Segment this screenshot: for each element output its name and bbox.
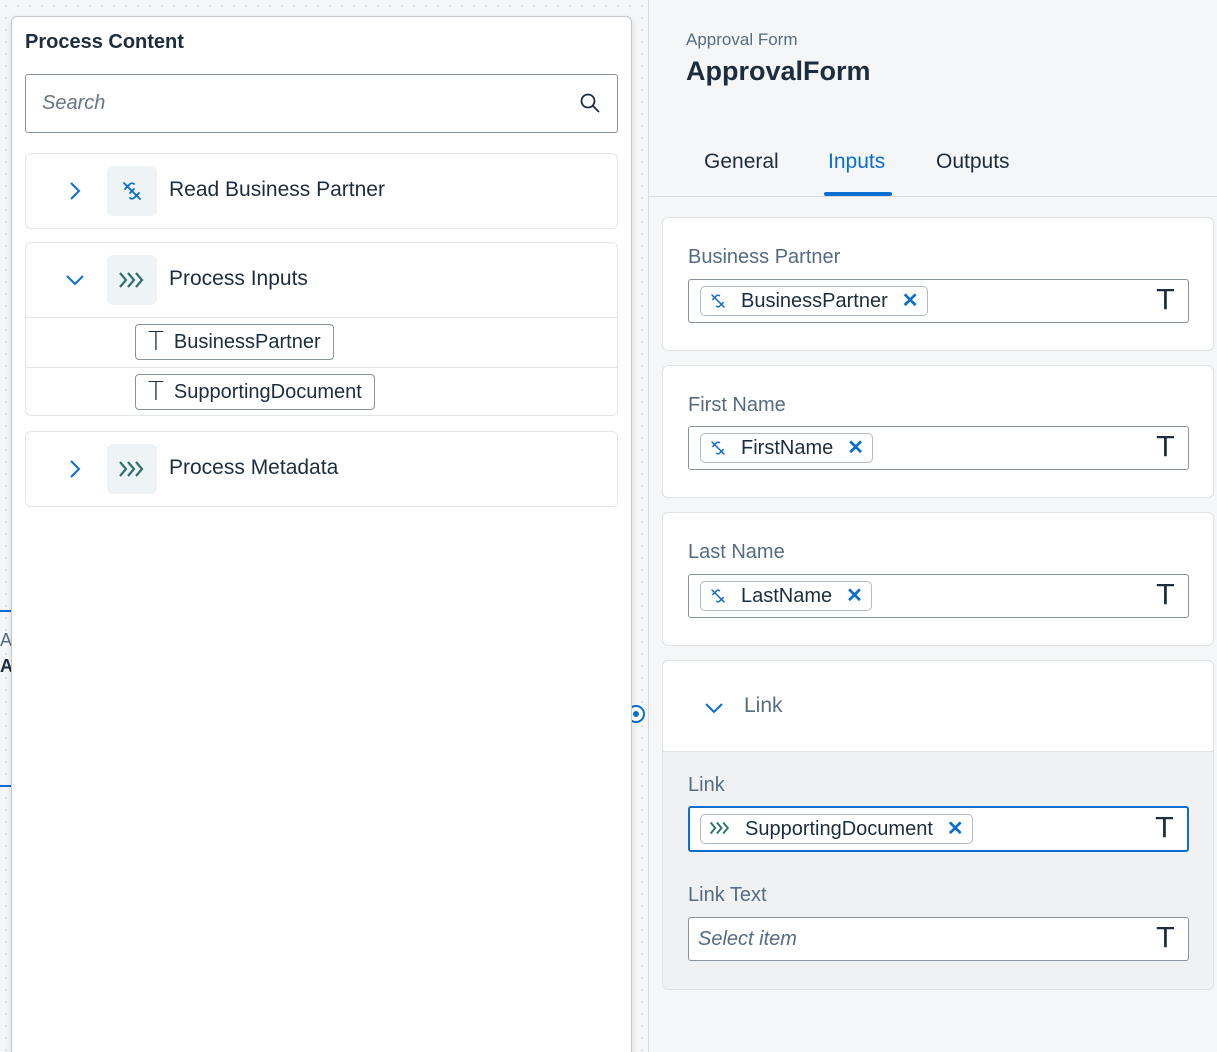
remove-token-icon[interactable]: ✕ [902, 291, 919, 311]
tree-group-process-inputs: Process Inputs T BusinessPartner T Suppo… [25, 242, 618, 416]
link-section-header[interactable]: Link [663, 661, 1213, 752]
search-icon[interactable] [579, 92, 601, 114]
token-label: BusinessPartner [741, 289, 888, 312]
properties-panel: Approval Form ApprovalForm General Input… [648, 0, 1217, 1052]
remove-token-icon[interactable]: ✕ [846, 586, 863, 606]
process-content-popover: Process Content Read Business Partner [11, 16, 632, 1052]
value-token: LastName ✕ [700, 581, 872, 611]
unlink-icon [107, 166, 157, 216]
value-token: SupportingDocument ✕ [700, 814, 973, 844]
select-item-placeholder: Select item [698, 928, 797, 950]
value-token: FirstName ✕ [700, 433, 873, 463]
draggable-token-business-partner[interactable]: T BusinessPartner [135, 324, 334, 360]
token-label: BusinessPartner [173, 330, 321, 353]
tree-group-header[interactable]: Read Business Partner [26, 154, 617, 228]
tab-inputs[interactable]: Inputs [828, 150, 885, 174]
panel-title: ApprovalForm [686, 56, 871, 86]
chevron-right-icon[interactable] [64, 458, 86, 480]
text-type-icon: T [148, 377, 164, 407]
tree-group-header[interactable]: Process Inputs [26, 243, 617, 317]
tree-leaf-row: T SupportingDocument [26, 367, 617, 417]
first-name-input[interactable]: FirstName ✕ T [688, 426, 1189, 470]
tab-general[interactable]: General [704, 150, 779, 174]
unlink-icon [709, 292, 727, 310]
text-type-icon[interactable]: T [1157, 922, 1174, 954]
panel-subtitle: Approval Form [686, 30, 798, 49]
chevron-right-icon[interactable] [64, 180, 86, 202]
field-label: Link [688, 774, 725, 796]
unlink-icon [709, 587, 727, 605]
text-type-icon[interactable]: T [1157, 284, 1174, 316]
text-type-icon[interactable]: T [1156, 812, 1173, 844]
popover-title: Process Content [25, 31, 184, 53]
token-label: LastName [741, 584, 833, 607]
tree-group-label: Process Inputs [169, 267, 308, 290]
field-label: Link Text [688, 884, 767, 906]
link-text-input[interactable]: Select item T [688, 917, 1189, 961]
field-card-business-partner: Business Partner BusinessPartner ✕ T [662, 217, 1214, 351]
draggable-token-supporting-document[interactable]: T SupportingDocument [135, 374, 375, 410]
last-name-input[interactable]: LastName ✕ T [688, 574, 1189, 618]
field-card-last-name: Last Name LastName ✕ T [662, 512, 1214, 646]
text-type-icon: T [148, 327, 164, 357]
tab-bar: General Inputs Outputs [649, 130, 1217, 197]
token-label: FirstName [741, 436, 834, 459]
field-label: First Name [688, 394, 786, 416]
field-label: Last Name [688, 541, 785, 563]
value-token: BusinessPartner ✕ [700, 286, 928, 316]
tree-group-header[interactable]: Process Metadata [26, 432, 617, 506]
active-tab-indicator [824, 192, 892, 196]
unlink-icon [709, 439, 727, 457]
link-input[interactable]: SupportingDocument ✕ T [688, 806, 1189, 852]
tree-group-process-metadata: Process Metadata [25, 431, 618, 507]
tree-group-label: Read Business Partner [169, 178, 385, 201]
remove-token-icon[interactable]: ✕ [947, 819, 964, 839]
tree-leaf-row: T BusinessPartner [26, 317, 617, 367]
field-card-first-name: First Name FirstName ✕ T [662, 365, 1214, 498]
text-type-icon[interactable]: T [1157, 431, 1174, 463]
process-chevrons-icon [107, 444, 157, 494]
link-section: Link Link SupportingDocument ✕ T Link Te… [662, 660, 1214, 990]
section-header-label: Link [744, 694, 783, 717]
search-box[interactable] [25, 74, 618, 133]
remove-token-icon[interactable]: ✕ [847, 438, 864, 458]
tree-group-read-business-partner: Read Business Partner [25, 153, 618, 229]
text-type-icon[interactable]: T [1157, 579, 1174, 611]
token-label: SupportingDocument [745, 817, 933, 840]
search-input[interactable] [27, 76, 557, 131]
chevron-down-icon[interactable] [703, 697, 725, 719]
token-label: SupportingDocument [173, 380, 362, 403]
business-partner-input[interactable]: BusinessPartner ✕ T [688, 279, 1189, 323]
process-chevrons-icon [709, 820, 731, 838]
tab-outputs[interactable]: Outputs [936, 150, 1010, 174]
tree-group-label: Process Metadata [169, 456, 339, 479]
chevron-down-icon[interactable] [64, 269, 86, 291]
field-label: Business Partner [688, 246, 841, 268]
process-chevrons-icon [107, 255, 157, 305]
